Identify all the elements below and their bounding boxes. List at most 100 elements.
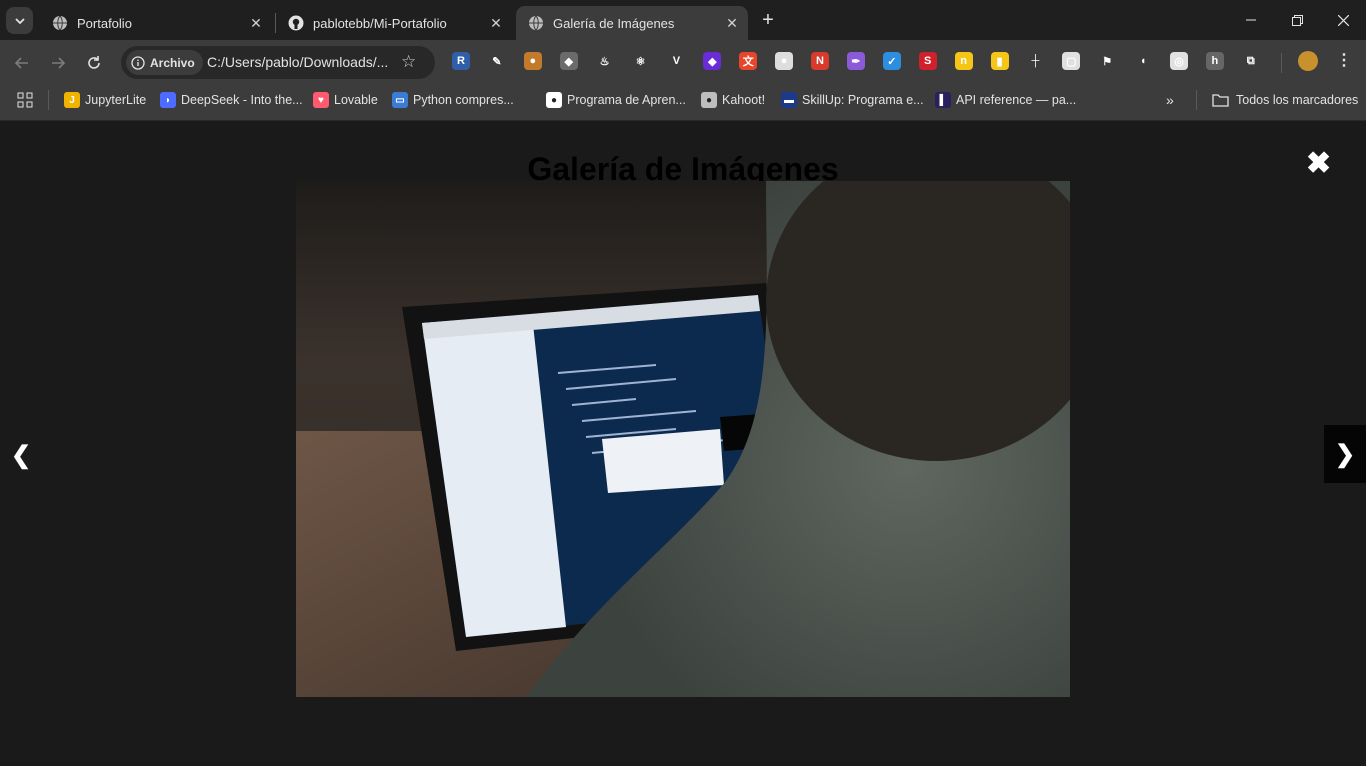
browser-toolbar: Archivo C:/Users/pablo/Downloads/... ☆ R… (0, 40, 1366, 86)
puzzle-icon[interactable]: ⧉ (1241, 52, 1260, 70)
bookmarks-separator (48, 90, 49, 110)
new-badge-icon[interactable]: N (811, 52, 829, 70)
close-lightbox-button[interactable]: ✖ (1306, 149, 1331, 179)
github-icon: ● (546, 92, 562, 108)
h-extension-icon[interactable]: h (1205, 52, 1224, 70)
tab-galeria[interactable]: Galería de Imágenes ✕ (516, 6, 748, 40)
tab-search-button[interactable] (6, 7, 33, 34)
close-icon (1337, 14, 1349, 26)
bookmark-item[interactable]: J JupyterLite (64, 86, 146, 114)
url-text: C:/Users/pablo/Downloads/... (207, 54, 389, 70)
folder-icon (1212, 94, 1229, 107)
bookmark-item[interactable]: ▭ Python compres... (392, 86, 514, 114)
bookmark-label: Kahoot! (722, 93, 766, 107)
gem-icon[interactable]: ◆ (703, 52, 722, 70)
react-icon[interactable]: ⚛ (631, 52, 650, 70)
bookmark-star-icon[interactable]: ☆ (401, 52, 416, 72)
chevron-down-icon (14, 17, 25, 24)
bookmark-label: DeepSeek - Into the... (181, 93, 303, 107)
screen-capture-icon[interactable]: ▢ (1062, 52, 1081, 70)
vue-icon[interactable]: V (667, 52, 686, 70)
reload-icon (88, 56, 100, 69)
api-icon: ▌ (935, 92, 951, 108)
apps-grid-button[interactable] (17, 86, 33, 114)
new-tab-button[interactable]: + (757, 10, 779, 32)
laptop-photo (296, 181, 1070, 697)
more-bookmarks-chevron-icon[interactable]: » (1166, 86, 1174, 114)
feather-icon[interactable]: ✒ (846, 52, 865, 70)
skillup-icon: ▬ (781, 92, 797, 108)
tab-close-icon[interactable]: ✕ (486, 13, 506, 33)
lightbox-image (296, 181, 1070, 697)
bookmarks-bar: J JupyterLite ◗ DeepSeek - Into the... ♥ Lova… (0, 86, 1366, 121)
tab-close-icon[interactable]: ✕ (722, 13, 742, 33)
restore-button[interactable] (1274, 0, 1320, 40)
bookmark-label: Programa de Apren... (567, 93, 686, 107)
bookmark-item[interactable]: ● Kahoot! (701, 86, 765, 114)
circle-icon[interactable]: ● (775, 52, 794, 70)
bookmark-label: API reference — pa... (956, 93, 1077, 107)
info-icon (131, 55, 145, 70)
note-icon[interactable]: n (954, 52, 973, 70)
ruler-icon[interactable]: ┼ (1026, 52, 1045, 70)
r-extension-icon[interactable]: R (452, 52, 470, 70)
tab-github[interactable]: pablotebb/Mi-Portafolio ✕ (276, 6, 512, 40)
page-content: Galería de Imágenes ✖ ❮ ❯ (0, 121, 1366, 766)
v-check-icon[interactable]: ✓ (882, 52, 901, 70)
bookmark-item[interactable]: ● Programa de Apren... (546, 86, 686, 114)
bookmark-item[interactable]: ▬ SkillUp: Programa e... (781, 86, 924, 114)
flag-icon[interactable]: ⚑ (1098, 52, 1117, 70)
bookmarks-separator (1196, 90, 1197, 110)
tab-title: Galería de Imágenes (553, 15, 675, 31)
jupyter-icon: J (64, 92, 80, 108)
back-button[interactable] (8, 49, 36, 77)
close-window-button[interactable] (1320, 0, 1366, 40)
s-extension-icon[interactable]: S (918, 52, 937, 70)
cookie-icon[interactable]: ● (523, 52, 542, 70)
tab-title: pablotebb/Mi-Portafolio (313, 15, 447, 31)
site-info-chip[interactable]: Archivo (126, 50, 203, 75)
mouse-icon[interactable]: ◖ (1134, 52, 1153, 70)
eyedropper-icon[interactable]: ✎ (487, 52, 506, 70)
globe-icon (53, 15, 67, 31)
address-bar[interactable]: Archivo C:/Users/pablo/Downloads/... ☆ (121, 46, 435, 79)
arrow-left-icon (14, 57, 28, 69)
forward-button[interactable] (44, 49, 72, 77)
bookmark-item[interactable]: ♥ Lovable (313, 86, 378, 114)
globe-icon (529, 15, 543, 31)
all-bookmarks-button[interactable]: Todos los marcadores (1212, 86, 1358, 114)
tab-title: Portafolio (77, 15, 132, 31)
bookmark-item[interactable]: ◗ DeepSeek - Into the... (160, 86, 303, 114)
java-icon[interactable]: ♨ (595, 52, 614, 70)
next-image-button[interactable]: ❯ (1324, 425, 1366, 483)
bookmark-label: Lovable (334, 93, 378, 107)
shield-icon[interactable]: ◆ (559, 52, 578, 70)
bookmark-item[interactable]: ▌ API reference — pa... (935, 86, 1076, 114)
github-icon (288, 15, 304, 31)
tab-close-icon[interactable]: ✕ (246, 13, 266, 33)
tab-strip: Portafolio ✕ pablotebb/Mi-Portafolio ✕ G… (0, 0, 1366, 40)
site-info-label: Archivo (150, 55, 195, 70)
minimize-button[interactable] (1228, 0, 1274, 40)
deepseek-icon: ◗ (160, 92, 176, 108)
menu-kebab-icon[interactable]: ⋮ (1335, 51, 1353, 69)
bookmark-label: JupyterLite (85, 93, 147, 107)
prev-image-button[interactable]: ❮ (0, 425, 42, 485)
all-bookmarks-label: Todos los marcadores (1236, 93, 1359, 107)
globe-icon: ● (701, 92, 717, 108)
python-icon: ▭ (392, 92, 408, 108)
apps-grid-icon (17, 92, 33, 108)
bookmark-label: SkillUp: Programa e... (802, 93, 924, 107)
toolbar-separator (1281, 53, 1282, 73)
heart-icon: ♥ (313, 92, 329, 108)
minimize-icon (1246, 19, 1256, 21)
tab-portafolio[interactable]: Portafolio ✕ (40, 6, 272, 40)
reload-button[interactable] (80, 49, 108, 77)
bar-chart-icon[interactable]: ▮ (990, 52, 1009, 70)
restore-icon (1291, 14, 1303, 26)
camera-icon[interactable]: ◎ (1170, 52, 1188, 70)
arrow-right-icon (52, 57, 66, 69)
translate-icon[interactable]: 文 (739, 52, 758, 70)
profile-avatar[interactable] (1298, 51, 1318, 71)
bookmark-label: Python compres... (413, 93, 514, 107)
